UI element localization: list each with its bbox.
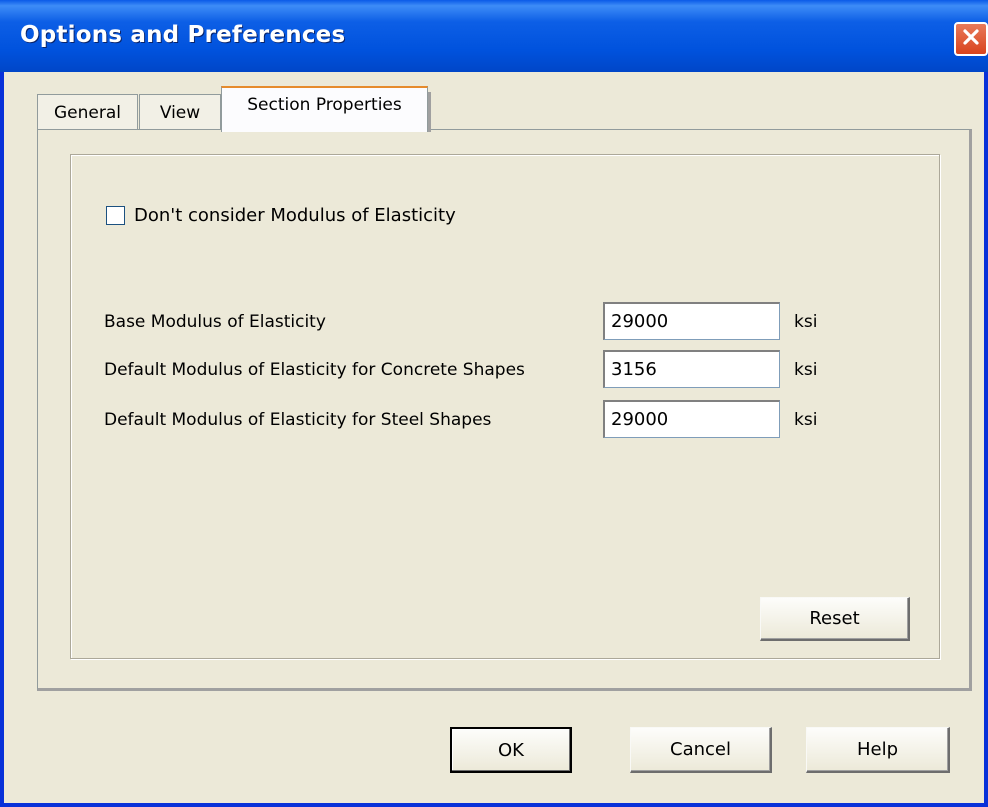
help-button[interactable]: Help — [806, 727, 950, 773]
base-modulus-input[interactable] — [603, 302, 780, 340]
concrete-modulus-unit: ksi — [794, 360, 818, 380]
close-icon — [961, 27, 981, 52]
dont-consider-modulus-checkbox-row[interactable]: Don't consider Modulus of Elasticity — [106, 205, 456, 226]
cancel-button[interactable]: Cancel — [630, 727, 772, 773]
tab-view-label: View — [159, 102, 201, 123]
tab-section-properties-label: Section Properties — [247, 95, 402, 115]
ok-button-label: OK — [498, 739, 524, 761]
base-modulus-label: Base Modulus of Elasticity — [104, 312, 326, 332]
cancel-button-label: Cancel — [670, 739, 731, 760]
help-button-label: Help — [856, 739, 899, 760]
properties-group-box: Don't consider Modulus of Elasticity Bas… — [70, 154, 940, 659]
reset-button[interactable]: Reset — [760, 597, 910, 641]
concrete-modulus-label: Default Modulus of Elasticity for Concre… — [104, 360, 525, 380]
options-dialog: Options and Preferences General View Sec… — [0, 0, 988, 807]
tab-general[interactable]: General — [37, 94, 138, 130]
steel-modulus-label: Default Modulus of Elasticity for Steel … — [104, 410, 492, 430]
dialog-title: Options and Preferences — [20, 22, 346, 48]
base-modulus-unit: ksi — [794, 312, 818, 332]
steel-modulus-unit: ksi — [794, 410, 818, 430]
tab-view[interactable]: View — [139, 94, 221, 130]
reset-button-label: Reset — [809, 608, 860, 629]
section-properties-panel: Don't consider Modulus of Elasticity Bas… — [37, 129, 972, 691]
close-button[interactable] — [954, 22, 988, 56]
ok-button[interactable]: OK — [450, 727, 572, 773]
dont-consider-modulus-checkbox[interactable] — [106, 206, 125, 225]
tab-general-label: General — [54, 102, 121, 123]
title-bar[interactable]: Options and Preferences — [0, 0, 988, 72]
concrete-modulus-input[interactable] — [603, 350, 780, 388]
tab-section-properties[interactable]: Section Properties — [221, 86, 431, 132]
dont-consider-modulus-label: Don't consider Modulus of Elasticity — [134, 205, 456, 226]
steel-modulus-input[interactable] — [603, 400, 780, 438]
